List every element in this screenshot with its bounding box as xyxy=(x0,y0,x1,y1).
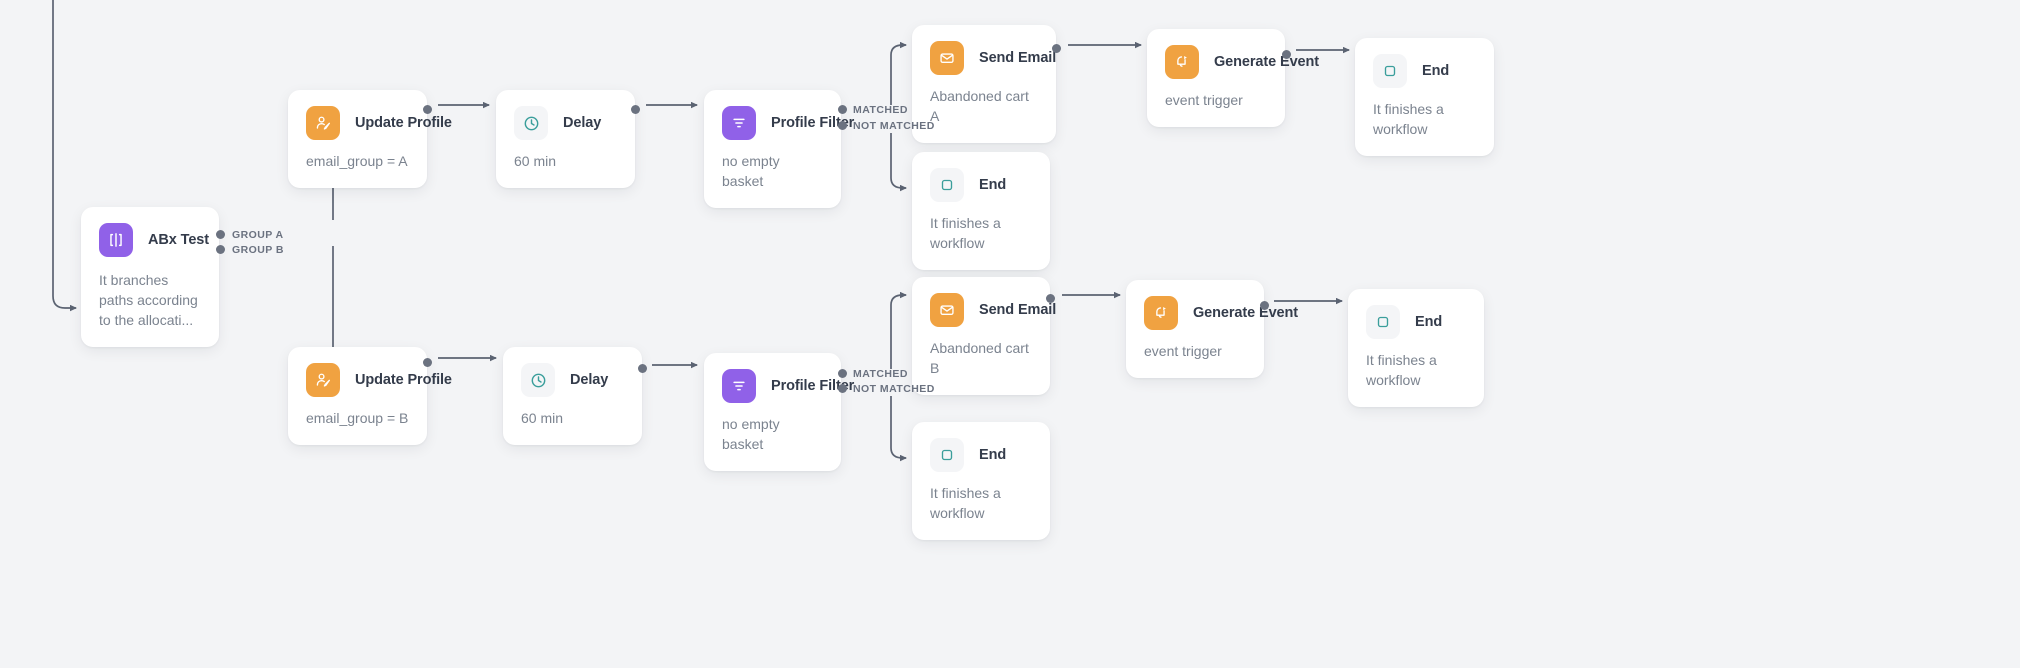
node-subtitle: Abandoned cart A xyxy=(912,75,1056,143)
port-abx-group-b[interactable] xyxy=(216,245,225,254)
node-end-a[interactable]: End It finishes a workflow xyxy=(1355,38,1494,156)
wire-filter-b-matched xyxy=(891,295,906,369)
port-abx-group-a[interactable] xyxy=(216,230,225,239)
envelope-icon xyxy=(930,41,964,75)
node-subtitle: It finishes a workflow xyxy=(1348,339,1484,407)
node-header: Profile Filter xyxy=(704,353,841,403)
node-header: ABx Test xyxy=(81,207,219,257)
port-send-email-b-out[interactable] xyxy=(1046,294,1055,303)
node-header: Send Email xyxy=(912,277,1050,327)
node-delay-a[interactable]: Delay 60 min xyxy=(496,90,635,188)
node-header: Delay xyxy=(503,347,642,397)
clock-icon xyxy=(521,363,555,397)
port-send-email-a-out[interactable] xyxy=(1052,44,1061,53)
node-subtitle: event trigger xyxy=(1126,330,1264,378)
node-subtitle: It finishes a workflow xyxy=(1355,88,1494,156)
node-subtitle: email_group = A xyxy=(288,140,427,188)
user-edit-icon xyxy=(306,106,340,140)
node-header: Delay xyxy=(496,90,635,140)
node-title: End xyxy=(1415,314,1442,330)
node-end-b-not-matched[interactable]: End It finishes a workflow xyxy=(912,422,1050,540)
stop-square-icon xyxy=(1373,54,1407,88)
split-test-icon xyxy=(99,223,133,257)
port-delay-b-out[interactable] xyxy=(638,364,647,373)
node-header: End xyxy=(912,422,1050,472)
port-label-group-a: GROUP A xyxy=(232,229,284,241)
port-label-matched-a: MATCHED xyxy=(853,104,908,116)
port-update-b-out[interactable] xyxy=(423,358,432,367)
port-label-not-matched-b: NOT MATCHED xyxy=(853,383,935,395)
node-abx-test[interactable]: ABx Test It branches paths according to … xyxy=(81,207,219,347)
node-title: Update Profile xyxy=(355,115,452,131)
wire-filter-a-matched xyxy=(891,45,906,105)
node-title: Delay xyxy=(570,372,608,388)
node-profile-filter-a[interactable]: Profile Filter no empty basket xyxy=(704,90,841,208)
workflow-canvas[interactable]: ABx Test It branches paths according to … xyxy=(0,0,2020,668)
node-header: End xyxy=(1355,38,1494,88)
stop-square-icon xyxy=(1366,305,1400,339)
node-header: Generate Event xyxy=(1126,280,1264,330)
node-subtitle: no empty basket xyxy=(704,403,841,471)
port-filter-b-not-matched[interactable] xyxy=(838,384,847,393)
node-send-email-b[interactable]: Send Email Abandoned cart B xyxy=(912,277,1050,395)
node-update-profile-b[interactable]: Update Profile email_group = B xyxy=(288,347,427,445)
wire-entry-to-abx xyxy=(53,0,76,308)
node-generate-event-b[interactable]: Generate Event event trigger xyxy=(1126,280,1264,378)
bell-event-icon xyxy=(1165,45,1199,79)
node-header: Send Email xyxy=(912,25,1056,75)
node-subtitle: event trigger xyxy=(1147,79,1285,127)
node-title: End xyxy=(1422,63,1449,79)
node-subtitle: 60 min xyxy=(496,140,635,188)
node-subtitle: email_group = B xyxy=(288,397,427,445)
wire-filter-a-notmatched xyxy=(891,133,906,188)
node-title: End xyxy=(979,447,1006,463)
node-end-b[interactable]: End It finishes a workflow xyxy=(1348,289,1484,407)
port-filter-b-matched[interactable] xyxy=(838,369,847,378)
bell-event-icon xyxy=(1144,296,1178,330)
node-subtitle: It branches paths according to the alloc… xyxy=(81,257,219,347)
stop-square-icon xyxy=(930,168,964,202)
node-header: End xyxy=(1348,289,1484,339)
port-filter-a-not-matched[interactable] xyxy=(838,121,847,130)
stop-square-icon xyxy=(930,438,964,472)
port-filter-a-matched[interactable] xyxy=(838,105,847,114)
port-generate-event-b-out[interactable] xyxy=(1260,301,1269,310)
port-update-a-out[interactable] xyxy=(423,105,432,114)
node-end-a-not-matched[interactable]: End It finishes a workflow xyxy=(912,152,1050,270)
node-title: Delay xyxy=(563,115,601,131)
wire-filter-b-notmatched xyxy=(891,396,906,458)
node-generate-event-a[interactable]: Generate Event event trigger xyxy=(1147,29,1285,127)
port-delay-a-out[interactable] xyxy=(631,105,640,114)
node-title: End xyxy=(979,177,1006,193)
node-header: Update Profile xyxy=(288,90,427,140)
filter-icon xyxy=(722,106,756,140)
envelope-icon xyxy=(930,293,964,327)
clock-icon xyxy=(514,106,548,140)
node-profile-filter-b[interactable]: Profile Filter no empty basket xyxy=(704,353,841,471)
node-subtitle: It finishes a workflow xyxy=(912,202,1050,270)
node-header: End xyxy=(912,152,1050,202)
port-label-group-b: GROUP B xyxy=(232,244,284,256)
node-header: Update Profile xyxy=(288,347,427,397)
node-title: Send Email xyxy=(979,50,1056,66)
filter-icon xyxy=(722,369,756,403)
node-update-profile-a[interactable]: Update Profile email_group = A xyxy=(288,90,427,188)
port-generate-event-a-out[interactable] xyxy=(1282,50,1291,59)
node-subtitle: It finishes a workflow xyxy=(912,472,1050,540)
node-title: Generate Event xyxy=(1214,54,1319,70)
node-title: ABx Test xyxy=(148,232,209,248)
port-label-matched-b: MATCHED xyxy=(853,368,908,380)
node-subtitle: 60 min xyxy=(503,397,642,445)
node-subtitle: no empty basket xyxy=(704,140,841,208)
user-edit-icon xyxy=(306,363,340,397)
port-label-not-matched-a: NOT MATCHED xyxy=(853,120,935,132)
node-title: Update Profile xyxy=(355,372,452,388)
node-title: Generate Event xyxy=(1193,305,1298,321)
node-title: Send Email xyxy=(979,302,1056,318)
node-header: Profile Filter xyxy=(704,90,841,140)
node-delay-b[interactable]: Delay 60 min xyxy=(503,347,642,445)
node-header: Generate Event xyxy=(1147,29,1285,79)
